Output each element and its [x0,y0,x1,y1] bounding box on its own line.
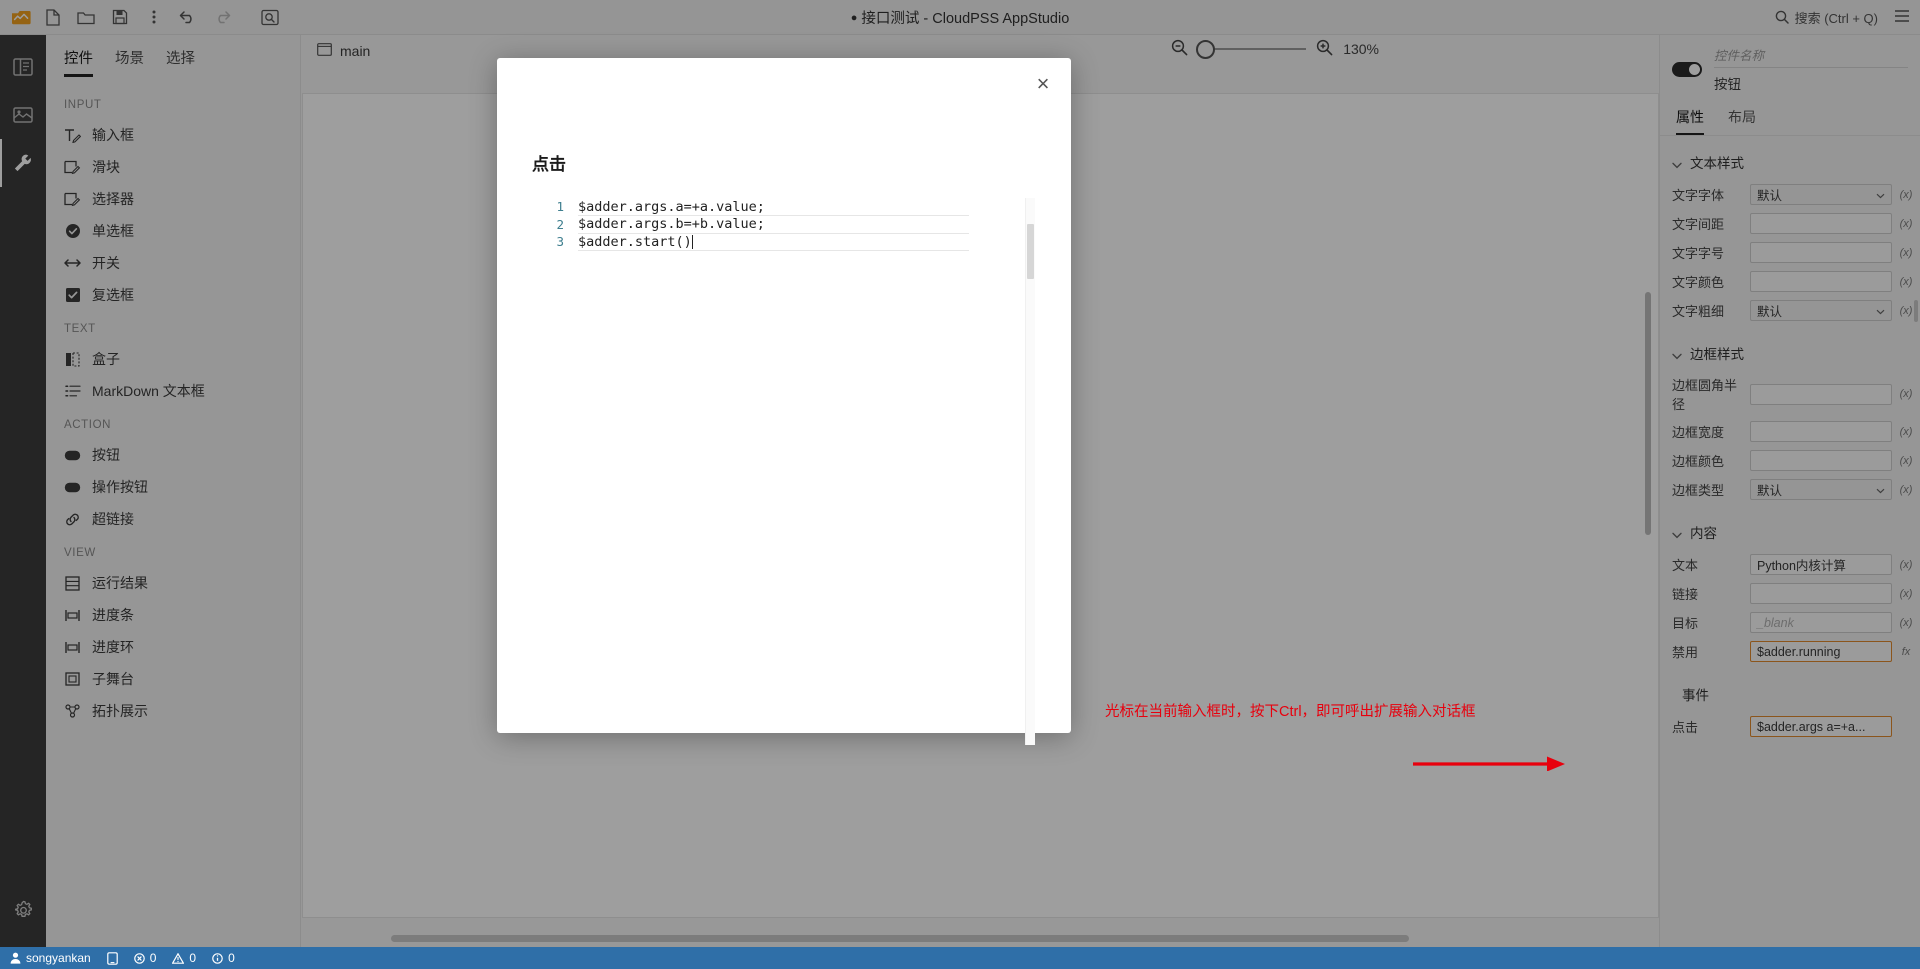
status-user[interactable]: songyankan [10,951,91,965]
status-warnings[interactable]: 0 [172,951,196,965]
active-line-underline [578,215,969,216]
line-content: $adder.args.a=+a.value; [578,198,765,215]
line-number: 3 [556,234,564,250]
error-icon [133,952,145,964]
dialog-title: 点击 [532,155,566,174]
status-warnings-count: 0 [189,951,197,965]
line-content: $adder.args.b=+b.value; [578,216,765,233]
code-line: 2 $adder.args.b=+b.value; [532,216,1035,234]
line-number: 1 [556,199,564,215]
info-icon [212,952,223,964]
code-line: 1 $adder.args.a=+a.value; [532,198,1035,216]
code-line-active: 3 $adder.start() [532,233,1035,251]
status-errors[interactable]: 0 [133,951,157,965]
annotation-text: 光标在当前输入框时，按下Ctrl，即可呼出扩展输入对话框 [1105,704,1476,720]
text-caret [691,234,693,249]
expanded-input-dialog: × 点击 1 $adder.args.a=+a.value; 2 $adder.… [497,58,1071,745]
line-number: 2 [556,216,564,232]
status-device[interactable] [106,951,118,965]
line-content: $adder.start() [578,233,692,250]
user-icon [10,952,21,964]
active-line-underline [578,250,969,251]
status-user-label: songyankan [26,951,91,965]
close-icon[interactable]: × [1029,70,1057,98]
status-bar: songyankan 0 0 0 [0,947,1920,969]
device-icon [106,951,118,965]
status-errors-count: 0 [149,951,157,965]
annotation-arrow-icon [1413,756,1565,771]
warning-icon [172,952,185,964]
editor-minimap[interactable] [1025,198,1035,745]
code-editor[interactable]: 1 $adder.args.a=+a.value; 2 $adder.args.… [532,198,1035,745]
status-infos[interactable]: 0 [212,951,235,965]
editor-scroll-thumb[interactable] [1027,224,1034,279]
status-infos-count: 0 [228,951,235,965]
active-line-underline [578,233,969,234]
